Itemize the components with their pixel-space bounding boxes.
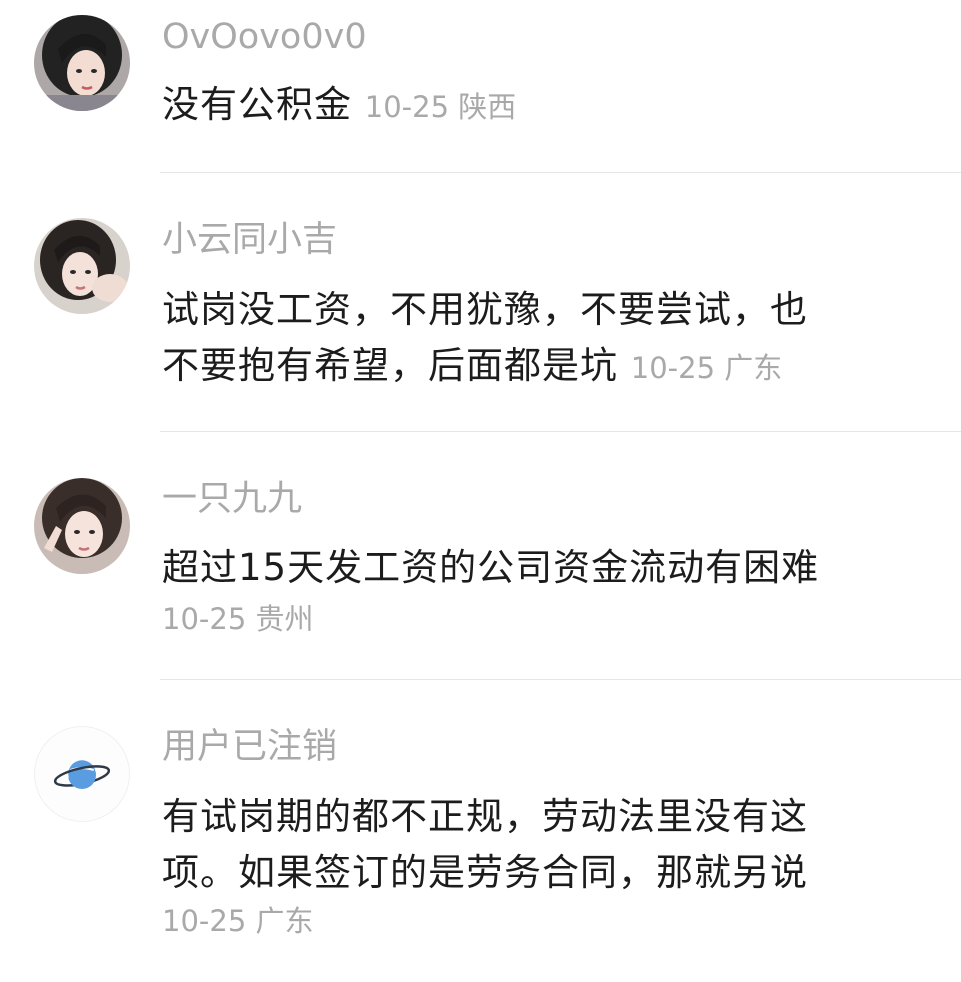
- comment-meta: 10-25 陕西: [365, 90, 517, 124]
- comment-location: 陕西: [458, 90, 517, 124]
- user-avatar[interactable]: [34, 218, 130, 314]
- comment-username[interactable]: 小云同小吉: [162, 219, 337, 261]
- comment-item: 一只九九 超过15天发工资的公司资金流动有困难 10-25 贵州: [0, 432, 961, 679]
- comment-date: 10-25: [630, 351, 716, 385]
- comment-body-line: 试岗没工资，不用犹豫，不要尝试，也: [162, 288, 808, 331]
- comment-date: 10-25: [162, 904, 247, 938]
- comment-date: 10-25: [162, 602, 247, 636]
- girl-photo-avatar-icon: [34, 218, 130, 314]
- comment-body: 超过15天发工资的公司资金流动有困难: [162, 546, 820, 589]
- comment-meta: 10-25 广东: [162, 901, 314, 941]
- comment-date: 10-25: [364, 90, 450, 124]
- user-avatar[interactable]: [34, 478, 130, 574]
- user-avatar[interactable]: [34, 15, 130, 111]
- girl-photo-avatar-icon: [34, 15, 130, 111]
- comment-text: 试岗没工资，不用犹豫，不要尝试，也 不要抱有希望，后面都是坑 10-25 广东: [162, 282, 922, 396]
- comment-body-line: 不要抱有希望，后面都是坑 10-25 广东: [162, 338, 922, 396]
- comment-location: 贵州: [255, 602, 314, 636]
- comment-text: 有试岗期的都不正规，劳动法里没有这 项。如果签订的是劳务合同，那就另说: [162, 789, 922, 901]
- comment-body-line: 有试岗期的都不正规，劳动法里没有这: [162, 795, 808, 838]
- comment-body: 没有公积金: [162, 83, 352, 126]
- comment-text: 超过15天发工资的公司资金流动有困难: [162, 540, 922, 596]
- comment-body-line: 项。如果签订的是劳务合同，那就另说: [162, 851, 808, 894]
- comment-location: 广东: [255, 904, 314, 938]
- comment-username[interactable]: 一只九九: [162, 478, 302, 520]
- comment-location: 广东: [724, 351, 783, 385]
- comment-item: OvOovo0v0 没有公积金 10-25 陕西: [0, 0, 961, 172]
- comment-meta: 10-25 贵州: [162, 599, 314, 639]
- comment-username[interactable]: 用户已注销: [162, 726, 337, 768]
- comment-item: 用户已注销 有试岗期的都不正规，劳动法里没有这 项。如果签订的是劳务合同，那就另…: [0, 680, 961, 982]
- comment-body: 不要抱有希望，后面都是坑: [162, 344, 618, 387]
- comment-meta: 10-25 广东: [631, 351, 783, 385]
- comment-item: 小云同小吉 试岗没工资，不用犹豫，不要尝试，也 不要抱有希望，后面都是坑 10-…: [0, 173, 961, 431]
- girl-photo-avatar-icon: [34, 478, 130, 574]
- user-avatar[interactable]: [34, 726, 130, 822]
- comment-username[interactable]: OvOovo0v0: [162, 16, 367, 58]
- planet-icon: [53, 760, 111, 789]
- comment-text: 没有公积金 10-25 陕西: [162, 77, 922, 135]
